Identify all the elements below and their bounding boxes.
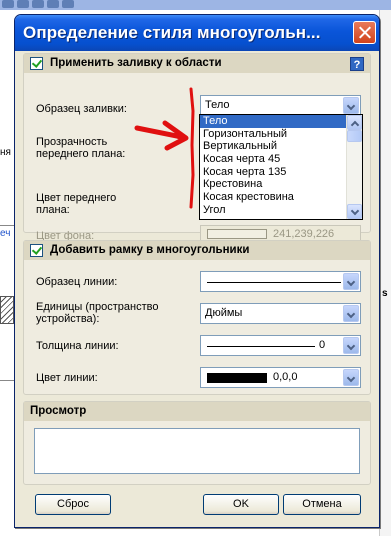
apply-fill-checkbox[interactable] (30, 57, 43, 70)
fill-pattern-select[interactable]: Тело (200, 95, 361, 116)
preview-area (34, 428, 360, 474)
line-width-select[interactable]: 0 (200, 335, 361, 356)
fill-pattern-options: Тело Горизонтальный Вертикальный Косая черт… (200, 115, 346, 217)
background-link-fragment[interactable]: еч (0, 228, 10, 239)
reset-button[interactable]: Сброс (35, 494, 111, 515)
background-toolbar-icons (2, 0, 74, 8)
background-text-fragment: s (382, 288, 388, 299)
background-color-swatch (207, 229, 267, 239)
polygon-style-dialog: Определение стиля многоугольн... Примени… (14, 14, 380, 528)
fill-pattern-option[interactable]: Косая крестовина (200, 191, 346, 204)
background-hatch-swatch (0, 296, 14, 324)
fill-pattern-value: Тело (205, 99, 230, 111)
preview-header: Просмотр (24, 402, 370, 421)
scroll-thumb[interactable] (347, 130, 362, 142)
background-text-fragment: ня (0, 147, 11, 158)
background-toolbar (0, 0, 391, 10)
fill-pattern-option[interactable]: Тело (200, 115, 346, 128)
toolbar-icon[interactable] (17, 0, 29, 8)
chevron-down-icon[interactable] (343, 305, 359, 322)
line-pattern-sample (207, 282, 341, 283)
background-divider (0, 225, 14, 226)
line-color-label: Цвет линии: (36, 372, 98, 384)
scroll-up-icon[interactable] (347, 115, 362, 130)
foreground-color-label: Цвет переднего плана: (36, 192, 117, 216)
background-divider (0, 380, 14, 381)
transparency-label: Прозрачность переднего плана: (36, 136, 126, 160)
preview-section: Просмотр (23, 401, 371, 485)
chevron-down-icon[interactable] (343, 273, 359, 290)
dropdown-scrollbar[interactable] (346, 115, 362, 219)
preview-title: Просмотр (30, 405, 87, 417)
line-width-value: 0 (319, 339, 326, 351)
toolbar-icon[interactable] (62, 0, 74, 8)
line-color-swatch (207, 373, 267, 383)
chevron-down-icon[interactable] (343, 97, 359, 114)
chevron-down-icon[interactable] (343, 337, 359, 354)
background-color-value: 241,239,226 (273, 228, 335, 240)
fill-pattern-option[interactable]: Крестовина (200, 178, 346, 191)
help-icon[interactable]: ? (350, 57, 364, 71)
toolbar-icon[interactable] (47, 0, 59, 8)
fill-pattern-option[interactable]: Косая черта 135 (200, 166, 346, 179)
fill-pattern-option[interactable]: Косая черта 45 (200, 153, 346, 166)
background-right-column (379, 10, 391, 536)
close-button[interactable] (353, 21, 376, 44)
units-value: Дюймы (205, 307, 243, 319)
apply-fill-label[interactable]: Применить заливку к области (50, 57, 222, 69)
toolbar-icon[interactable] (32, 0, 44, 8)
border-section-header: Добавить рамку в многоугольники (24, 241, 370, 260)
background-left-panel (0, 10, 14, 536)
line-width-label: Толщина линии: (36, 340, 119, 352)
line-width-sample (207, 346, 315, 347)
add-border-label[interactable]: Добавить рамку в многоугольники (50, 244, 249, 256)
units-select[interactable]: Дюймы (200, 303, 361, 324)
fill-pattern-option[interactable]: Вертикальный (200, 140, 346, 153)
cancel-button[interactable]: Отмена (283, 494, 361, 515)
fill-pattern-dropdown-list[interactable]: Тело Горизонтальный Вертикальный Косая черт… (199, 114, 363, 220)
fill-pattern-option[interactable]: Горизонтальный (200, 128, 346, 141)
fill-section-header: Применить заливку к области ? (24, 54, 370, 73)
scroll-down-icon[interactable] (347, 204, 362, 219)
toolbar-icon[interactable] (2, 0, 14, 8)
add-border-checkbox[interactable] (30, 244, 43, 257)
fill-pattern-label: Образец заливки: (36, 103, 127, 115)
line-pattern-label: Образец линии: (36, 276, 118, 288)
ok-button[interactable]: OK (203, 494, 279, 515)
window-title: Определение стиля многоугольн... (23, 23, 321, 42)
border-section: Добавить рамку в многоугольники Образец … (23, 240, 371, 395)
chevron-down-icon[interactable] (343, 369, 359, 386)
title-bar[interactable]: Определение стиля многоугольн... (15, 15, 379, 51)
units-label: Единицы (пространство устройства): (36, 301, 159, 325)
line-color-value: 0,0,0 (273, 371, 298, 383)
line-color-select[interactable]: 0,0,0 (200, 367, 361, 388)
fill-pattern-option[interactable]: Угол (200, 204, 346, 217)
line-pattern-select[interactable] (200, 271, 361, 292)
